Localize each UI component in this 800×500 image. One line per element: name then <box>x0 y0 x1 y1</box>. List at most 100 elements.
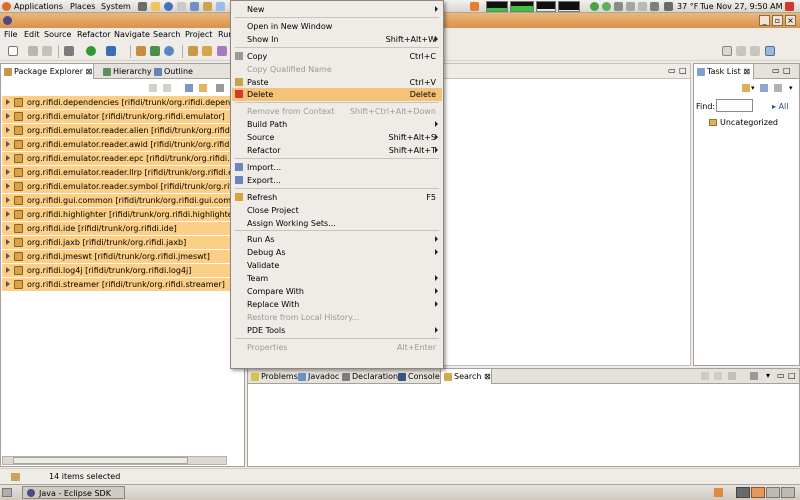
menu-item-copy[interactable]: Copy Ctrl+C <box>232 50 442 63</box>
places-menu[interactable]: Places <box>70 1 95 12</box>
menu-item-new[interactable]: New <box>232 3 442 16</box>
menu-item-validate[interactable]: Validate <box>232 259 442 272</box>
home-launcher-icon[interactable] <box>151 2 160 11</box>
task-category[interactable]: Uncategorized <box>720 118 778 127</box>
horizontal-scrollbar[interactable] <box>2 456 227 465</box>
workspace-switcher[interactable] <box>736 487 796 499</box>
expand-arrow-icon[interactable] <box>6 169 10 175</box>
workspace-1[interactable] <box>736 487 750 498</box>
expand-arrow-icon[interactable] <box>6 211 10 217</box>
tree-item[interactable]: org.rifidi.streamer [rifidi/trunk/org.ri… <box>2 278 244 291</box>
expand-arrow-icon[interactable] <box>6 197 10 203</box>
editor-minimize-icon[interactable]: ▭ <box>668 66 676 75</box>
menu-edit[interactable]: Edit <box>24 29 40 40</box>
debug-perspective-icon[interactable] <box>736 46 746 56</box>
menu-item-export[interactable]: Export... <box>232 174 442 187</box>
menu-item-refresh[interactable]: Refresh F5 <box>232 191 442 204</box>
tree-item[interactable]: org.rifidi.dependencies [rifidi/trunk/or… <box>2 96 244 109</box>
maximize-button[interactable]: ▫ <box>772 15 783 26</box>
expand-arrow-icon[interactable] <box>6 113 10 119</box>
tree-item[interactable]: org.rifidi.emulator.reader.awid [rifidi/… <box>2 138 244 151</box>
back-icon[interactable] <box>149 84 157 92</box>
task-focus-icon[interactable] <box>774 84 782 92</box>
tree-item[interactable]: org.rifidi.log4j [rifidi/trunk/org.rifid… <box>2 264 244 277</box>
gnome-foot-icon[interactable] <box>2 2 11 11</box>
monitor-launcher-icon[interactable] <box>470 2 479 11</box>
debug-icon[interactable] <box>64 46 74 56</box>
expand-arrow-icon[interactable] <box>6 99 10 105</box>
print-icon[interactable] <box>614 2 623 11</box>
workspace-2[interactable] <box>751 487 765 498</box>
system-menu[interactable]: System <box>101 1 131 12</box>
minimize-button[interactable]: _ <box>759 15 770 26</box>
menu-item-open-in-new-window[interactable]: Open in New Window <box>232 20 442 33</box>
menu-item-assign-working-sets[interactable]: Assign Working Sets... <box>232 217 442 230</box>
envelope-icon[interactable] <box>638 2 647 11</box>
menu-source[interactable]: Source <box>44 29 71 40</box>
search-history-icon[interactable] <box>728 372 736 380</box>
open-type-icon[interactable] <box>188 46 198 56</box>
editor-launcher-icon[interactable] <box>190 2 199 11</box>
volume-icon[interactable] <box>650 2 659 11</box>
menu-item-debug-as[interactable]: Debug As <box>232 246 442 259</box>
menu-item-replace-with[interactable]: Replace With <box>232 298 442 311</box>
applications-menu[interactable]: Applications <box>14 1 63 12</box>
open-perspective-icon[interactable] <box>722 46 732 56</box>
tree-item[interactable]: org.rifidi.highlighter [rifidi/trunk/org… <box>2 208 244 221</box>
team-perspective-icon[interactable] <box>750 46 760 56</box>
new-task-icon[interactable] <box>742 84 750 92</box>
tab-declaration[interactable]: Declaration <box>339 369 398 384</box>
expand-arrow-icon[interactable] <box>6 183 10 189</box>
task-view-menu-icon[interactable]: ▾ <box>789 84 793 92</box>
menu-item-close-project[interactable]: Close Project <box>232 204 442 217</box>
search-prev-icon[interactable] <box>714 372 722 380</box>
tree-item[interactable]: org.rifidi.emulator.reader.llrp [rifidi/… <box>2 166 244 179</box>
tab-outline[interactable]: Outline <box>151 64 193 79</box>
bottom-maximize-icon[interactable]: □ <box>788 371 796 380</box>
editor-maximize-icon[interactable]: □ <box>679 66 687 75</box>
fast-view-icon[interactable] <box>11 473 20 481</box>
tab-search[interactable]: Search ⊠ <box>440 369 492 384</box>
menu-item-pde-tools[interactable]: PDE Tools <box>232 324 442 337</box>
forward-icon[interactable] <box>163 84 171 92</box>
search-toolbar-icon[interactable] <box>217 46 227 56</box>
search-next-icon[interactable] <box>701 372 709 380</box>
terminal-launcher-icon[interactable] <box>138 2 147 11</box>
open-folder-icon[interactable] <box>202 46 212 56</box>
tree-item[interactable]: org.rifidi.jmeswt [rifidi/trunk/org.rifi… <box>2 250 244 263</box>
close-button[interactable]: × <box>785 15 796 26</box>
all-link[interactable]: ▸ All <box>772 102 788 111</box>
mail-notify-icon[interactable] <box>626 2 635 11</box>
new-class-icon[interactable] <box>164 46 174 56</box>
workspace-4[interactable] <box>781 487 795 498</box>
new-java-project-icon[interactable] <box>136 46 146 56</box>
menu-project[interactable]: Project <box>185 29 212 40</box>
print-toolbar-icon[interactable] <box>42 46 52 56</box>
tray-app-icon[interactable] <box>714 488 723 497</box>
chat-status-icon[interactable] <box>602 2 611 11</box>
link-editor-icon[interactable] <box>199 84 207 92</box>
new-icon[interactable] <box>8 46 18 56</box>
bottom-minimize-icon[interactable]: ▭ <box>777 371 785 380</box>
workspace-3[interactable] <box>766 487 780 498</box>
network-launcher-icon[interactable] <box>216 2 225 11</box>
tab-javadoc[interactable]: Javadoc <box>295 369 339 384</box>
tab-package-explorer[interactable]: Package Explorer ⊠ <box>1 64 94 79</box>
expand-arrow-icon[interactable] <box>6 281 10 287</box>
expand-arrow-icon[interactable] <box>6 239 10 245</box>
task-maximize-icon[interactable]: □ <box>783 66 791 75</box>
expand-arrow-icon[interactable] <box>6 253 10 259</box>
save-icon[interactable] <box>28 46 38 56</box>
menu-item-compare-with[interactable]: Compare With <box>232 285 442 298</box>
tree-item[interactable]: org.rifidi.jaxb [rifidi/trunk/org.rifidi… <box>2 236 244 249</box>
menu-item-run-as[interactable]: Run As <box>232 233 442 246</box>
task-filter-icon[interactable] <box>760 84 768 92</box>
menu-item-source[interactable]: Source Shift+Alt+S <box>232 131 442 144</box>
expand-arrow-icon[interactable] <box>6 141 10 147</box>
tree-item[interactable]: org.rifidi.emulator.reader.epc [rifidi/t… <box>2 152 244 165</box>
eclipse-window-icon[interactable] <box>3 16 12 25</box>
expand-arrow-icon[interactable] <box>6 225 10 231</box>
menu-run[interactable]: Run <box>218 29 230 40</box>
weather-temperature[interactable]: 37 °F <box>677 1 698 12</box>
tree-item[interactable]: org.rifidi.emulator.reader.alien [rifidi… <box>2 124 244 137</box>
